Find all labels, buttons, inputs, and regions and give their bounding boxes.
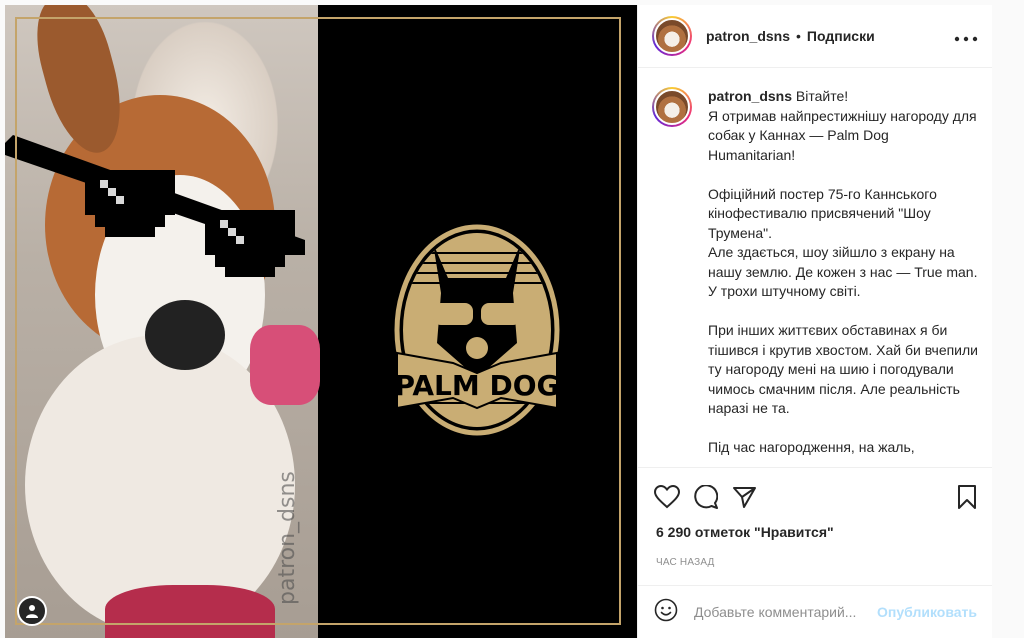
- pink-toy: [250, 325, 320, 405]
- separator-dot: •: [796, 28, 801, 44]
- send-icon: [733, 486, 756, 508]
- emoji-button[interactable]: [654, 598, 678, 627]
- red-blanket: [105, 585, 275, 638]
- likes-count[interactable]: 6 290 отметок "Нравится": [638, 516, 993, 540]
- pixel-sunglasses-icon: [5, 135, 305, 277]
- post-image[interactable]: PALM DOG patron_dsns: [5, 5, 637, 638]
- post-sidebar: patron_dsns • Подписки patron_dsns Вітай…: [637, 5, 993, 638]
- comment-icon: [694, 483, 719, 509]
- comment-input[interactable]: Добавьте комментарий...: [694, 604, 877, 620]
- watermark: patron_dsns: [275, 471, 300, 605]
- heart-icon: [653, 484, 681, 508]
- palm-dog-logo: PALM DOG: [393, 223, 561, 437]
- like-button[interactable]: [653, 484, 681, 514]
- share-button[interactable]: [732, 485, 756, 514]
- smiley-icon: [654, 598, 678, 621]
- caption-text: Вітайте! Я отримав найпрестижнішу нагоро…: [708, 88, 978, 455]
- comment-button[interactable]: [694, 483, 719, 514]
- save-button[interactable]: [957, 484, 977, 514]
- page-background: [992, 0, 1024, 638]
- actions-section: 6 290 отметок "Нравится" ЧАС НАЗАД: [638, 467, 993, 585]
- comment-form: Добавьте комментарий... Опубликовать: [638, 585, 993, 638]
- publish-button[interactable]: Опубликовать: [877, 604, 977, 620]
- author-username[interactable]: patron_dsns: [706, 28, 790, 44]
- action-icons: [638, 468, 993, 516]
- avatar[interactable]: [652, 16, 692, 56]
- caption-username[interactable]: patron_dsns: [708, 88, 792, 104]
- dog-photo: [5, 5, 320, 638]
- dog-nose: [145, 300, 225, 370]
- user-icon: [26, 605, 38, 618]
- caption-section: patron_dsns Вітайте! Я отримав найпрести…: [638, 69, 993, 467]
- bookmark-icon: [958, 484, 976, 509]
- post-header: patron_dsns • Подписки: [638, 5, 992, 68]
- post-time[interactable]: ЧАС НАЗАД: [638, 540, 993, 568]
- more-options-button[interactable]: [954, 30, 978, 42]
- caption: patron_dsns Вітайте! Я отримав найпрести…: [708, 87, 978, 467]
- caption-avatar[interactable]: [652, 87, 692, 127]
- following-button[interactable]: Подписки: [807, 28, 875, 44]
- logo-text: PALM DOG: [394, 369, 559, 402]
- more-icon: [954, 36, 978, 42]
- tagged-users-button[interactable]: [17, 596, 47, 626]
